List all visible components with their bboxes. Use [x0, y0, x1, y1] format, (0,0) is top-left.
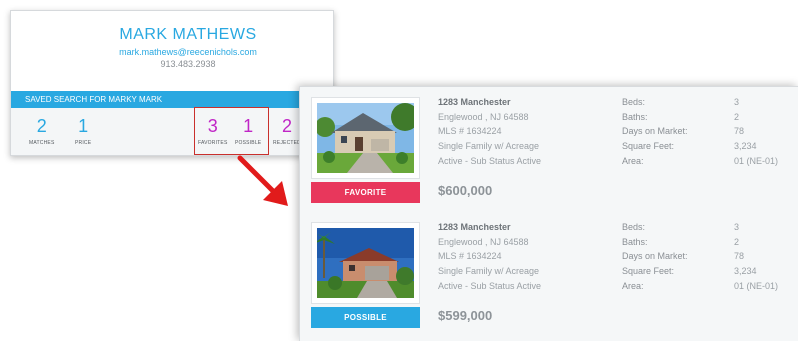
highlight-box — [194, 107, 269, 155]
spec-value: 2 — [734, 236, 740, 247]
saved-search-stats: 2 MATCHES 1 PRICE 3 FAVORITES 1 POSSIBLE… — [11, 108, 333, 155]
stat-label: MATCHES — [29, 140, 55, 146]
listing-price: $599,000 — [438, 308, 493, 323]
listing-card[interactable]: POSSIBLE 1283 Manchester Englewood , NJ … — [300, 220, 798, 340]
spec-value: 3,234 — [734, 141, 757, 152]
listing-photo[interactable] — [311, 222, 420, 304]
listing-city: Englewood , NJ 64588 — [438, 236, 529, 247]
spec-label: Square Feet: — [622, 266, 675, 277]
listing-mls: MLS # 1634224 — [438, 251, 502, 262]
listing-address: 1283 Manchester — [438, 222, 511, 232]
spec-value: 3 — [734, 97, 740, 107]
spec-label: Square Feet: — [622, 141, 675, 152]
listing-type: Single Family w/ Acreage — [438, 141, 540, 152]
house-photo-icon — [317, 228, 414, 298]
listing-photo[interactable] — [311, 97, 420, 179]
spec-label: Beds: — [622, 97, 646, 107]
possible-status-button[interactable]: POSSIBLE — [311, 307, 420, 328]
spec-label: Baths: — [622, 111, 648, 122]
house-photo-icon — [317, 103, 414, 173]
stat-rejected[interactable]: 2 REJECTED — [273, 116, 301, 146]
saved-search-title: SAVED SEARCH FOR MARKY MARK — [11, 91, 333, 108]
agent-phone: 913.483.2938 — [160, 59, 216, 69]
spec-value: 78 — [734, 126, 745, 137]
stat-price[interactable]: 1 PRICE — [75, 116, 91, 146]
agent-name: MARK MATHEWS — [119, 26, 257, 43]
spec-label: Area: — [622, 280, 644, 291]
agent-card: MARK MATHEWS mark.mathews@reecenichols.c… — [68, 26, 308, 82]
spec-label: Days on Market: — [622, 126, 688, 137]
spec-value: 2 — [734, 111, 740, 122]
stat-label: REJECTED — [273, 140, 301, 146]
listing-address: 1283 Manchester — [438, 97, 511, 107]
listing-details: 1283 Manchester Englewood , NJ 64588 MLS… — [438, 220, 608, 294]
listings-panel: FAVORITE 1283 Manchester Englewood , NJ … — [299, 86, 798, 341]
spec-label: Days on Market: — [622, 251, 688, 262]
listing-status: Active - Sub Status Active — [438, 155, 542, 166]
spec-value: 3,234 — [734, 266, 757, 277]
listing-card[interactable]: FAVORITE 1283 Manchester Englewood , NJ … — [300, 95, 798, 215]
spec-value: 3 — [734, 222, 740, 232]
spec-value: 01 (NE-01) — [734, 280, 779, 291]
spec-label: Area: — [622, 155, 644, 166]
spec-value: 01 (NE-01) — [734, 155, 779, 166]
listing-mls: MLS # 1634224 — [438, 126, 502, 137]
stat-label: PRICE — [75, 140, 92, 146]
listing-type: Single Family w/ Acreage — [438, 266, 540, 277]
spec-value: 78 — [734, 251, 745, 262]
stat-value: 1 — [78, 116, 89, 136]
agent-email-link[interactable]: mark.mathews@reecenichols.com — [68, 47, 308, 57]
red-arrow-icon — [237, 155, 288, 206]
listing-city: Englewood , NJ 64588 — [438, 111, 529, 122]
stat-value: 2 — [36, 116, 47, 136]
stat-matches[interactable]: 2 MATCHES — [29, 116, 54, 146]
saved-search-summary-panel: MARK MATHEWS mark.mathews@reecenichols.c… — [10, 10, 334, 156]
stat-value: 2 — [281, 116, 292, 136]
listing-price: $600,000 — [438, 183, 493, 198]
spec-label: Baths: — [622, 236, 648, 247]
spec-label: Beds: — [622, 222, 646, 232]
listing-details: 1283 Manchester Englewood , NJ 64588 MLS… — [438, 95, 608, 169]
favorite-status-button[interactable]: FAVORITE — [311, 182, 420, 203]
listing-status: Active - Sub Status Active — [438, 280, 542, 291]
